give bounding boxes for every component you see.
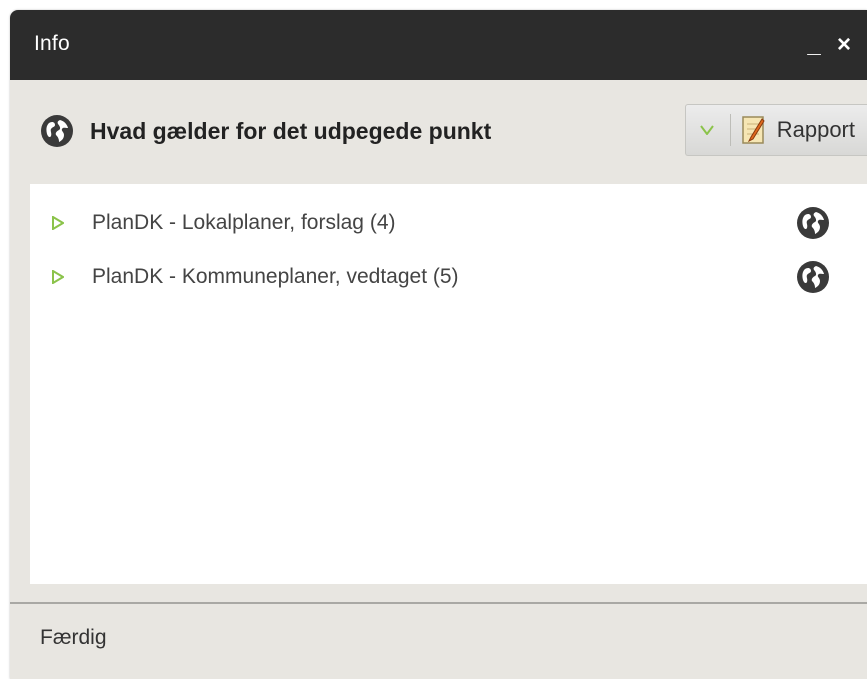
results-list: PlanDK - Lokalplaner, forslag (4) PlanDK… [30, 184, 867, 584]
globe-icon[interactable] [796, 206, 830, 240]
list-item[interactable]: PlanDK - Lokalplaner, forslag (4) [30, 203, 867, 243]
rapport-label: Rapport [776, 117, 855, 142]
globe-icon[interactable] [796, 260, 830, 294]
title-bar[interactable]: Info _ × [10, 10, 867, 80]
expand-arrow-icon[interactable] [52, 216, 64, 230]
info-window: Info _ × Hvad gælder for det udpegede pu… [10, 10, 867, 679]
status-bar: Færdig [10, 604, 867, 679]
window-title: Info [34, 32, 70, 55]
expand-arrow-icon[interactable] [52, 270, 64, 284]
rapport-button[interactable]: Rapport [741, 105, 855, 155]
list-item-label: PlanDK - Lokalplaner, forslag (4) [92, 211, 396, 234]
header-heading: Hvad gælder for det udpegede punkt [40, 114, 491, 148]
close-button[interactable]: × [829, 25, 859, 65]
list-item-label: PlanDK - Kommuneplaner, vedtaget (5) [92, 265, 459, 288]
status-text: Færdig [40, 625, 107, 649]
report-toolbar: Rapport [684, 104, 867, 156]
report-icon [741, 116, 765, 144]
page-title: Hvad gælder for det udpegede punkt [90, 117, 492, 144]
toolbar-divider [729, 114, 731, 146]
chevron-down-icon [699, 125, 714, 135]
list-item[interactable]: PlanDK - Kommuneplaner, vedtaget (5) [30, 257, 867, 297]
minimize-button[interactable]: _ [799, 25, 829, 65]
dropdown-button[interactable] [686, 105, 728, 155]
globe-icon [41, 115, 73, 147]
header-row: Hvad gælder for det udpegede punkt Rappo… [10, 80, 867, 184]
window-controls: _ × [799, 10, 867, 80]
